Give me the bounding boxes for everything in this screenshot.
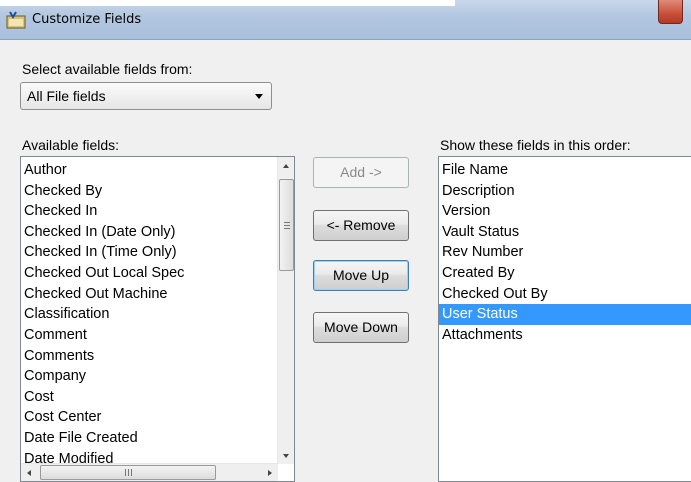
move-up-button[interactable]: Move Up <box>313 260 409 291</box>
available-fields-label: Available fields: <box>22 137 120 153</box>
source-dropdown-value: All File fields <box>27 88 106 104</box>
list-item[interactable]: Checked Out Machine <box>21 284 294 305</box>
move-down-button[interactable]: Move Down <box>313 312 409 343</box>
close-button[interactable] <box>658 0 683 24</box>
scrollbar-thumb[interactable] <box>279 179 294 271</box>
list-item[interactable]: Checked By <box>21 181 294 202</box>
list-item[interactable]: Company <box>21 366 294 387</box>
horizontal-scrollbar-thumb[interactable] <box>40 465 216 480</box>
available-fields-list[interactable]: Author Checked By Checked In Checked In … <box>20 156 295 482</box>
list-item[interactable]: Vault Status <box>439 222 691 243</box>
remove-button[interactable]: <- Remove <box>313 210 409 241</box>
shown-fields-list[interactable]: File Name Description Version Vault Stat… <box>438 156 691 482</box>
source-dropdown[interactable]: All File fields <box>20 82 272 110</box>
list-item[interactable]: Cost Center <box>21 407 294 428</box>
list-item[interactable]: Checked In (Time Only) <box>21 242 294 263</box>
list-item[interactable]: Created By <box>439 263 691 284</box>
source-label: Select available fields from: <box>22 61 193 77</box>
scroll-right-arrow-icon[interactable] <box>268 470 272 476</box>
app-icon <box>6 11 26 29</box>
list-item[interactable]: Rev Number <box>439 242 691 263</box>
list-item[interactable]: Checked Out Local Spec <box>21 263 294 284</box>
list-item[interactable]: Author <box>21 160 294 181</box>
scroll-left-arrow-icon[interactable] <box>27 470 31 476</box>
chevron-down-icon[interactable] <box>255 94 263 99</box>
vertical-scrollbar[interactable] <box>277 157 294 464</box>
list-item[interactable]: Cost <box>21 387 294 408</box>
scroll-up-arrow-icon[interactable] <box>283 164 289 168</box>
list-item[interactable]: Checked Out By <box>439 284 691 305</box>
list-item[interactable]: File Name <box>439 160 691 181</box>
list-item-selected[interactable]: User Status <box>439 304 691 325</box>
grip-icon <box>284 222 290 229</box>
add-button[interactable]: Add -> <box>313 157 409 188</box>
list-item[interactable]: Date File Created <box>21 428 294 449</box>
grip-icon <box>125 469 132 476</box>
window-title: Customize Fields <box>32 12 142 27</box>
list-item[interactable]: Version <box>439 201 691 222</box>
list-item[interactable]: Comments <box>21 346 294 367</box>
list-item[interactable]: Classification <box>21 304 294 325</box>
horizontal-scrollbar[interactable] <box>21 463 278 481</box>
list-item[interactable]: Checked In <box>21 201 294 222</box>
list-item[interactable]: Attachments <box>439 325 691 346</box>
shown-fields-label: Show these fields in this order: <box>440 137 631 153</box>
title-bar[interactable]: Customize Fields <box>0 0 691 40</box>
list-item[interactable]: Checked In (Date Only) <box>21 222 294 243</box>
title-bar-highlight <box>0 0 455 6</box>
scroll-down-arrow-icon[interactable] <box>283 454 289 458</box>
list-item[interactable]: Comment <box>21 325 294 346</box>
list-item[interactable]: Description <box>439 181 691 202</box>
